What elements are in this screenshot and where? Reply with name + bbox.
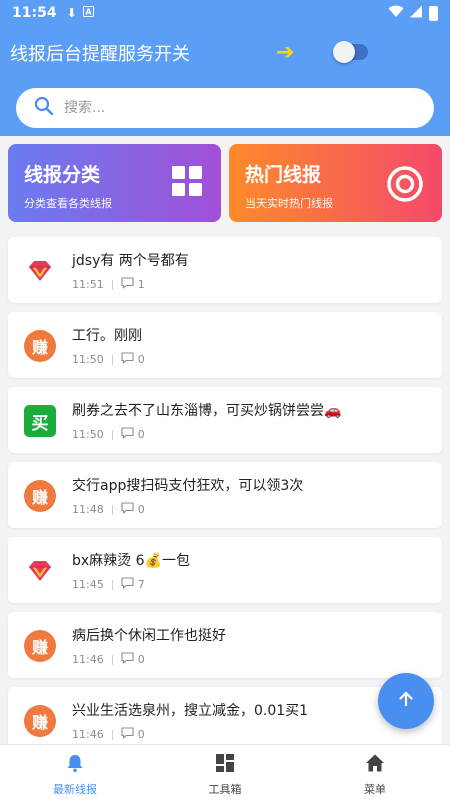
post-time: 11:50 (72, 428, 104, 441)
post-meta: 11:45 7 (72, 577, 145, 592)
post-time: 11:45 (72, 578, 104, 591)
grid-icon (171, 165, 203, 201)
comment-icon (121, 652, 134, 667)
post-text: bx麻辣烫 6💰一包 (72, 553, 190, 569)
zhuan-avatar: 赚 (24, 330, 56, 362)
comment-count: 0 (137, 728, 145, 741)
bell-icon (65, 753, 85, 777)
post-text: jdsy有 两个号都有 (72, 253, 189, 269)
comment-icon (121, 427, 134, 442)
post-text: 刷券之去不了山东淄博，可买炒锅饼尝尝🚗 (72, 403, 342, 419)
meta-divider (111, 354, 113, 365)
post-meta: 11:51 1 (72, 277, 145, 292)
category-card[interactable]: 线报分类 分类查看各类线报 (8, 144, 221, 222)
bottom-tab-bar: 最新线报 工具箱 菜单 (0, 744, 450, 800)
list-item[interactable]: 赚工行。刚刚 11:50 0 (8, 312, 442, 378)
post-time: 11:46 (72, 728, 104, 741)
post-meta: 11:50 0 (72, 352, 145, 367)
list-item[interactable]: bx麻辣烫 6💰一包 11:45 7 (8, 537, 442, 603)
post-time: 11:46 (72, 653, 104, 666)
comment-count: 7 (137, 578, 145, 591)
meta-divider (111, 654, 113, 665)
post-meta: 11:50 0 (72, 427, 145, 442)
hot-card[interactable]: 热门线报 当天实时热门线报 (229, 144, 442, 222)
comment-count: 0 (137, 353, 145, 366)
arrow-up-icon (397, 690, 415, 712)
tab-label: 最新线报 (53, 783, 97, 796)
post-time: 11:48 (72, 503, 104, 516)
status-bar: 11:54 ⬇ A (0, 0, 450, 26)
comment-count: 0 (137, 653, 145, 666)
search-icon (34, 96, 54, 120)
download-icon: ⬇ (66, 6, 77, 20)
post-time: 11:50 (72, 353, 104, 366)
tab-label: 工具箱 (208, 783, 242, 796)
service-switch[interactable] (333, 41, 368, 63)
signal-icon (410, 5, 423, 22)
post-meta: 11:48 0 (72, 502, 145, 517)
mai-avatar: 买 (24, 405, 56, 437)
diamond-icon (24, 555, 56, 587)
post-text: 交行app搜扫码支付狂欢，可以领3次 (72, 478, 304, 494)
post-time: 11:51 (72, 278, 104, 291)
background-service-toggle-row: 线报后台提醒服务开关 ➔ (10, 38, 440, 68)
zhuan-avatar: 赚 (24, 630, 56, 662)
tab-label: 菜单 (364, 783, 386, 796)
meta-divider (111, 279, 113, 290)
tab-latest[interactable]: 最新线报 (0, 745, 150, 800)
search-input[interactable] (64, 100, 384, 116)
toggle-label: 线报后台提醒服务开关 (10, 44, 190, 65)
scroll-top-button[interactable] (378, 673, 434, 729)
comment-icon (121, 277, 134, 292)
tab-toolbox[interactable]: 工具箱 (150, 745, 300, 800)
post-text: 病后换个休闲工作也挺好 (72, 628, 226, 644)
comment-count: 0 (137, 428, 145, 441)
search-bar[interactable] (16, 88, 434, 128)
svg-text:A: A (85, 8, 92, 17)
zhuan-avatar: 赚 (24, 705, 56, 737)
post-meta: 11:46 0 (72, 727, 145, 742)
grid-icon (215, 753, 235, 777)
status-time: 11:54 (12, 5, 57, 21)
meta-divider (111, 579, 113, 590)
notification-a-icon: A (82, 6, 94, 20)
comment-icon (121, 727, 134, 742)
target-icon (386, 165, 424, 207)
comment-icon (121, 577, 134, 592)
battery-icon (429, 5, 438, 21)
arrow-right-icon: ➔ (276, 40, 295, 65)
comment-icon (121, 352, 134, 367)
comment-count: 0 (137, 503, 145, 516)
meta-divider (111, 429, 113, 440)
post-text: 兴业生活选泉州，搜立减金，0.01买1 (72, 703, 309, 719)
list-item[interactable]: 赚交行app搜扫码支付狂欢，可以领3次 11:48 0 (8, 462, 442, 528)
post-text: 工行。刚刚 (72, 328, 142, 344)
home-icon (365, 753, 385, 777)
meta-divider (111, 729, 113, 740)
tab-menu[interactable]: 菜单 (300, 745, 450, 800)
list-item[interactable]: 买刷券之去不了山东淄博，可买炒锅饼尝尝🚗 11:50 0 (8, 387, 442, 453)
diamond-icon (24, 255, 56, 287)
post-list: jdsy有 两个号都有 11:51 1 赚工行。刚刚 11:50 0 买刷券之去不了山东淄博… (8, 237, 442, 762)
switch-knob (333, 41, 355, 63)
zhuan-avatar: 赚 (24, 480, 56, 512)
list-item[interactable]: jdsy有 两个号都有 11:51 1 (8, 237, 442, 303)
comment-icon (121, 502, 134, 517)
comment-count: 1 (137, 278, 145, 291)
post-meta: 11:46 0 (72, 652, 145, 667)
meta-divider (111, 504, 113, 515)
app-header: 11:54 ⬇ A 线报后台提醒服务开关 ➔ (0, 0, 450, 136)
list-item[interactable]: 赚病后换个休闲工作也挺好 11:46 0 (8, 612, 442, 678)
wifi-icon (388, 5, 404, 22)
